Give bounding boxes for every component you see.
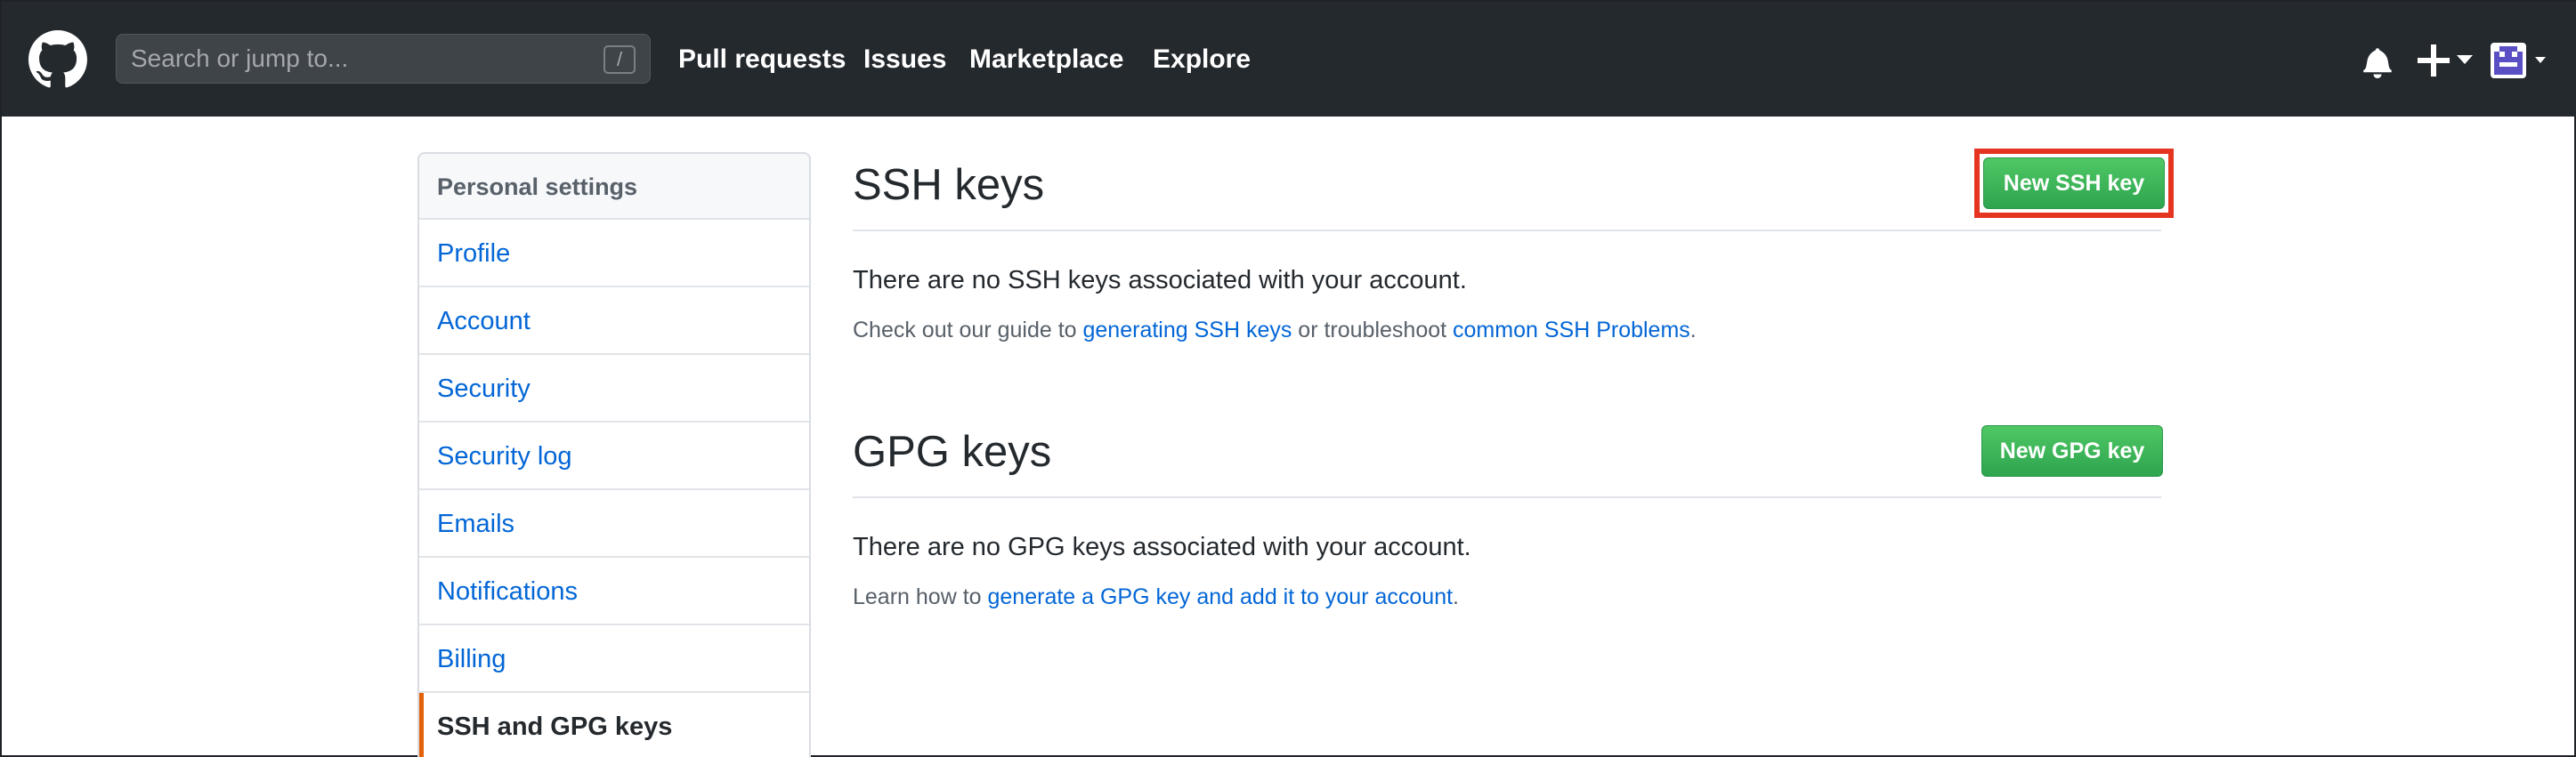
ssh-help-suffix: . (1689, 318, 1697, 342)
settings-sidebar: Personal settings Profile Account Securi… (417, 152, 811, 757)
sidebar-item-billing[interactable]: Billing (419, 625, 809, 693)
top-header: / Pull requests Issues Marketplace Explo… (2, 2, 2576, 117)
sidebar-header: Personal settings (419, 154, 809, 220)
sidebar-item-profile[interactable]: Profile (419, 220, 809, 287)
nav-marketplace[interactable]: Marketplace (969, 43, 1123, 77)
ssh-empty-message: There are no SSH keys associated with yo… (853, 266, 1467, 294)
ssh-help-prefix: Check out our guide to (853, 318, 1083, 342)
gpg-keys-title: GPG keys (853, 428, 1052, 476)
bell-icon[interactable] (2362, 46, 2393, 78)
search-shortcut-hint: / (603, 45, 636, 74)
gpg-divider (853, 496, 2161, 498)
sidebar-item-security-log[interactable]: Security log (419, 423, 809, 490)
ssh-keys-title: SSH keys (853, 161, 1045, 209)
search-box[interactable]: / (116, 34, 651, 84)
nav-explore[interactable]: Explore (1153, 43, 1251, 77)
sidebar-item-security[interactable]: Security (419, 355, 809, 423)
user-menu[interactable] (2491, 41, 2553, 80)
gpg-help-prefix: Learn how to (853, 584, 988, 609)
gpg-help-text: Learn how to generate a GPG key and add … (853, 583, 1459, 611)
generating-ssh-keys-link[interactable]: generating SSH keys (1083, 318, 1292, 342)
ssh-divider (853, 230, 2161, 231)
nav-issues[interactable]: Issues (863, 43, 946, 77)
sidebar-item-notifications[interactable]: Notifications (419, 558, 809, 625)
ssh-help-middle: or troubleshoot (1292, 318, 1454, 342)
ssh-help-text: Check out our guide to generating SSH ke… (853, 316, 1697, 344)
github-octocat-icon[interactable] (28, 30, 87, 89)
nav-pull-requests[interactable]: Pull requests (678, 43, 846, 77)
sidebar-item-account[interactable]: Account (419, 287, 809, 355)
sidebar-item-ssh-gpg-keys[interactable]: SSH and GPG keys (419, 693, 809, 757)
gpg-empty-message: There are no GPG keys associated with yo… (853, 533, 1471, 561)
gpg-help-suffix: . (1453, 584, 1459, 609)
search-input[interactable] (117, 35, 650, 83)
generate-gpg-key-link[interactable]: generate a GPG key and add it to your ac… (988, 584, 1454, 609)
page: / Pull requests Issues Marketplace Explo… (0, 0, 2576, 757)
sidebar-item-emails[interactable]: Emails (419, 490, 809, 558)
highlight-annotation (1974, 149, 2174, 218)
avatar[interactable] (2491, 41, 2553, 80)
common-ssh-problems-link[interactable]: common SSH Problems (1453, 318, 1690, 342)
plus-icon[interactable] (2418, 44, 2475, 77)
new-gpg-key-button[interactable]: New GPG key (1981, 425, 2163, 477)
